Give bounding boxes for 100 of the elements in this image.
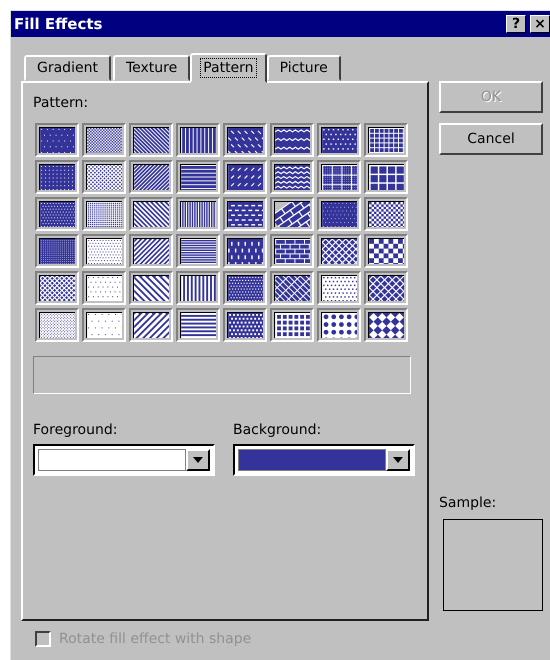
- pattern-swatch[interactable]: [364, 197, 408, 231]
- pattern-swatch[interactable]: [176, 308, 220, 342]
- pattern-drawing: [227, 201, 263, 227]
- pattern-drawing: [227, 127, 263, 153]
- pattern-swatch[interactable]: [364, 234, 408, 268]
- pattern-drawing: [180, 127, 216, 153]
- pattern-swatch[interactable]: [129, 234, 173, 268]
- dropdown-button[interactable]: [386, 449, 410, 471]
- pattern-swatch[interactable]: [35, 234, 79, 268]
- pattern-swatch[interactable]: [129, 308, 173, 342]
- pattern-swatch[interactable]: [35, 271, 79, 305]
- pattern-swatch[interactable]: [364, 308, 408, 342]
- pattern-swatch[interactable]: [35, 123, 79, 157]
- pattern-swatch[interactable]: [223, 308, 267, 342]
- pattern-drawing: [180, 201, 216, 227]
- pattern-drawing: [180, 238, 216, 264]
- pattern-drawing: [227, 164, 263, 190]
- pattern-drawing: [86, 238, 122, 264]
- caret-icon: [193, 457, 203, 463]
- pattern-swatch[interactable]: [129, 123, 173, 157]
- pattern-swatch[interactable]: [223, 271, 267, 305]
- pattern-drawing: [133, 201, 169, 227]
- pattern-swatch[interactable]: [82, 271, 126, 305]
- pattern-drawing: [39, 201, 75, 227]
- pattern-swatch[interactable]: [317, 123, 361, 157]
- pattern-drawing: [86, 164, 122, 190]
- pattern-drawing: [133, 238, 169, 264]
- close-button[interactable]: ×: [530, 15, 550, 33]
- pattern-swatch[interactable]: [176, 160, 220, 194]
- pattern-swatch[interactable]: [317, 197, 361, 231]
- pattern-drawing: [133, 164, 169, 190]
- pattern-drawing: [86, 312, 122, 338]
- pattern-drawing: [86, 201, 122, 227]
- pattern-swatch[interactable]: [364, 271, 408, 305]
- tab[interactable]: Gradient: [24, 55, 111, 81]
- pattern-drawing: [321, 275, 357, 301]
- pattern-swatch[interactable]: [270, 160, 314, 194]
- pattern-drawing: [321, 238, 357, 264]
- pattern-swatch[interactable]: [270, 123, 314, 157]
- pattern-drawing: [274, 127, 310, 153]
- pattern-drawing: [227, 275, 263, 301]
- background-color-dropdown[interactable]: [233, 444, 415, 476]
- pattern-swatch[interactable]: [364, 160, 408, 194]
- pattern-swatch[interactable]: [223, 160, 267, 194]
- pattern-swatch[interactable]: [82, 160, 126, 194]
- pattern-drawing: [180, 275, 216, 301]
- pattern-drawing: [274, 275, 310, 301]
- pattern-swatch[interactable]: [35, 160, 79, 194]
- pattern-drawing: [227, 238, 263, 264]
- pattern-swatch[interactable]: [176, 271, 220, 305]
- pattern-drawing: [39, 164, 75, 190]
- pattern-drawing: [368, 238, 404, 264]
- window-title: Fill Effects: [14, 15, 104, 33]
- pattern-drawing: [274, 312, 310, 338]
- pattern-drawing: [39, 127, 75, 153]
- pattern-swatch[interactable]: [270, 308, 314, 342]
- pattern-swatch[interactable]: [129, 271, 173, 305]
- pattern-swatch[interactable]: [176, 234, 220, 268]
- pattern-swatch[interactable]: [223, 234, 267, 268]
- pattern-swatch[interactable]: [317, 234, 361, 268]
- pattern-swatch[interactable]: [270, 271, 314, 305]
- pattern-swatch[interactable]: [364, 123, 408, 157]
- tab[interactable]: Picture: [266, 55, 341, 81]
- pattern-swatch[interactable]: [223, 123, 267, 157]
- background-label: Background:: [233, 422, 322, 438]
- pattern-drawing: [274, 201, 310, 227]
- pattern-swatch[interactable]: [82, 123, 126, 157]
- pattern-drawing: [321, 164, 357, 190]
- pattern-swatch[interactable]: [82, 308, 126, 342]
- pattern-swatch[interactable]: [176, 123, 220, 157]
- pattern-swatch[interactable]: [35, 197, 79, 231]
- foreground-color-dropdown[interactable]: [33, 444, 215, 476]
- pattern-drawing: [180, 312, 216, 338]
- pattern-swatch[interactable]: [82, 197, 126, 231]
- dropdown-button[interactable]: [186, 449, 210, 471]
- pattern-swatch[interactable]: [129, 160, 173, 194]
- pattern-swatch[interactable]: [223, 197, 267, 231]
- pattern-swatch[interactable]: [270, 234, 314, 268]
- pattern-drawing: [180, 164, 216, 190]
- pattern-swatch[interactable]: [176, 197, 220, 231]
- pattern-drawing: [274, 164, 310, 190]
- tab[interactable]: Texture: [112, 55, 190, 81]
- pattern-swatch[interactable]: [82, 234, 126, 268]
- help-button[interactable]: ?: [506, 15, 526, 33]
- pattern-drawing: [86, 127, 122, 153]
- sample-label: Sample:: [439, 495, 498, 511]
- pattern-drawing: [86, 275, 122, 301]
- pattern-label: Pattern:: [33, 95, 90, 111]
- pattern-swatch[interactable]: [317, 160, 361, 194]
- pattern-swatch[interactable]: [35, 308, 79, 342]
- pattern-swatch[interactable]: [317, 271, 361, 305]
- pattern-drawing: [321, 201, 357, 227]
- foreground-label: Foreground:: [33, 422, 118, 438]
- pattern-swatch[interactable]: [317, 308, 361, 342]
- pattern-swatch[interactable]: [270, 197, 314, 231]
- pattern-swatch[interactable]: [129, 197, 173, 231]
- tab[interactable]: Pattern: [190, 53, 267, 83]
- pattern-drawing: [39, 312, 75, 338]
- caret-icon: [393, 457, 403, 463]
- cancel-button[interactable]: Cancel: [439, 123, 543, 155]
